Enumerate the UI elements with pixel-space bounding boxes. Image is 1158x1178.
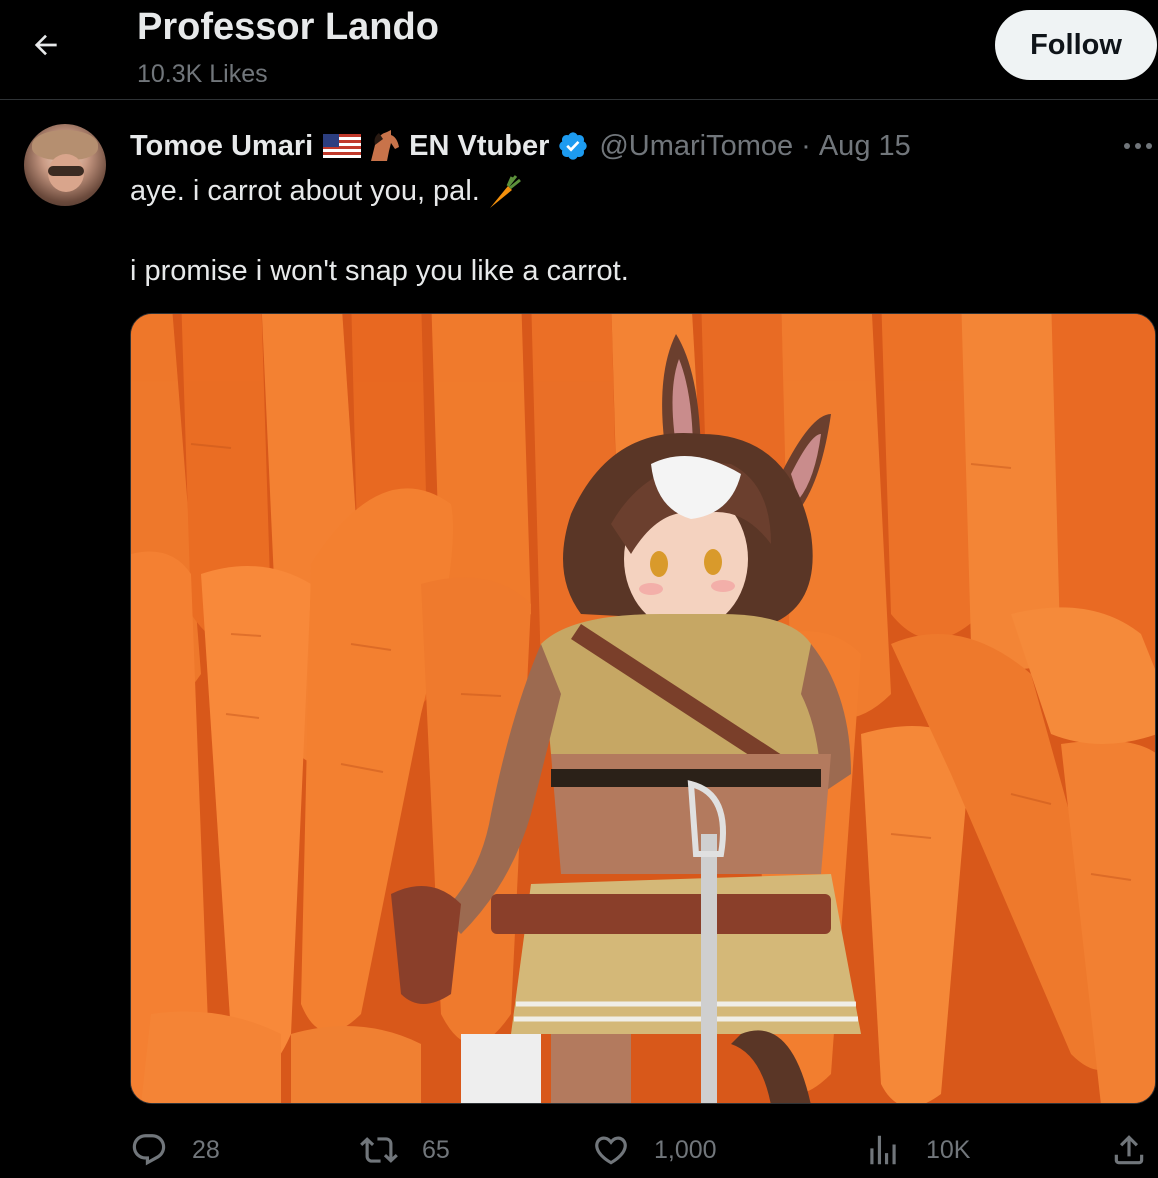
tweet-actions-bar: 28 65 1,000 10K xyxy=(130,1120,1158,1178)
repost-button[interactable]: 65 xyxy=(360,1128,450,1172)
share-icon xyxy=(1114,1135,1144,1165)
us-flag-icon xyxy=(323,134,362,158)
share-button[interactable] xyxy=(1110,1128,1158,1172)
reply-icon xyxy=(132,1134,166,1166)
tweet-media-image[interactable] xyxy=(130,313,1156,1104)
verified-badge-icon xyxy=(559,132,588,160)
avatar[interactable] xyxy=(24,124,106,206)
carrot-character-illustration xyxy=(131,314,1155,1103)
views-chart-icon xyxy=(870,1135,896,1165)
tweet-header: Tomoe Umari EN Vtuber @UmariTomoe · Aug … xyxy=(130,124,911,168)
reply-button[interactable]: 28 xyxy=(130,1128,220,1172)
like-button[interactable]: 1,000 xyxy=(592,1128,717,1172)
profile-header: Professor Lando 10.3K Likes Follow xyxy=(0,0,1158,100)
profile-title: Professor Lando xyxy=(137,6,439,48)
user-handle[interactable]: @UmariTomoe xyxy=(599,130,793,163)
arrow-left-icon xyxy=(34,34,57,56)
display-name[interactable]: Tomoe Umari xyxy=(130,130,313,163)
tweet-text-line: i promise i won't snap you like a carrot… xyxy=(130,255,629,288)
more-options-button[interactable] xyxy=(1118,132,1158,160)
carrot-emoji xyxy=(489,175,521,209)
tweet-text: aye. i carrot about you, pal. i promise … xyxy=(130,172,629,290)
reply-count: 28 xyxy=(192,1135,220,1164)
heart-icon xyxy=(595,1136,627,1165)
like-count: 1,000 xyxy=(654,1135,717,1164)
separator-dot: · xyxy=(801,129,811,162)
views-button[interactable]: 10K xyxy=(864,1128,970,1172)
repost-icon xyxy=(360,1137,398,1163)
more-icon xyxy=(1124,143,1152,149)
repost-count: 65 xyxy=(422,1135,450,1164)
tweet-text-line: aye. i carrot about you, pal. xyxy=(130,172,629,210)
profile-likes-count: 10.3K Likes xyxy=(137,60,268,88)
follow-button[interactable]: Follow xyxy=(995,10,1157,80)
horse-icon xyxy=(371,130,400,161)
back-button[interactable] xyxy=(22,24,70,66)
tweet-date[interactable]: Aug 15 xyxy=(819,130,911,163)
views-count: 10K xyxy=(926,1135,971,1164)
display-name-suffix[interactable]: EN Vtuber xyxy=(409,130,549,163)
